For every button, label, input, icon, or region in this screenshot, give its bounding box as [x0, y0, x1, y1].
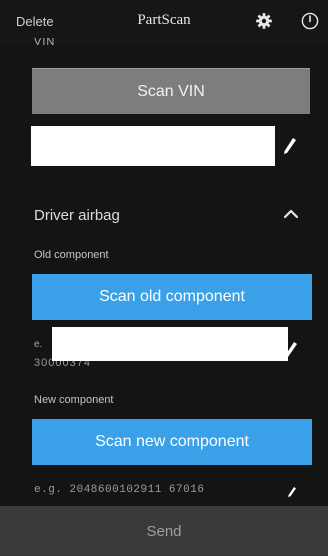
vin-section-label: VIN: [34, 38, 56, 46]
old-component-prefix: e.: [34, 339, 43, 350]
old-component-label: Old component: [34, 249, 109, 261]
app-title: PartScan: [137, 12, 191, 28]
chevron-up-icon[interactable]: [282, 206, 300, 220]
send-button[interactable]: Send: [0, 506, 328, 556]
pencil-icon[interactable]: [287, 485, 297, 497]
scan-new-component-button[interactable]: Scan new component: [32, 419, 312, 465]
new-component-input[interactable]: e.g. 2048600102911 67016: [34, 484, 204, 496]
scan-vin-button[interactable]: Scan VIN: [32, 68, 310, 114]
section-title-driver-airbag[interactable]: Driver airbag: [34, 207, 120, 224]
scan-old-component-button[interactable]: Scan old component: [32, 274, 312, 320]
app-screen: Delete PartScan VIN Scan VIN Driver airb…: [0, 0, 328, 556]
vin-field[interactable]: [31, 126, 275, 166]
new-component-label: New component: [34, 394, 114, 406]
gear-icon[interactable]: [254, 11, 274, 31]
pencil-icon[interactable]: [283, 340, 299, 360]
old-component-field[interactable]: [52, 327, 288, 361]
power-icon[interactable]: [300, 11, 320, 31]
footer-bar: Send: [0, 506, 328, 556]
pencil-icon[interactable]: [282, 136, 298, 156]
